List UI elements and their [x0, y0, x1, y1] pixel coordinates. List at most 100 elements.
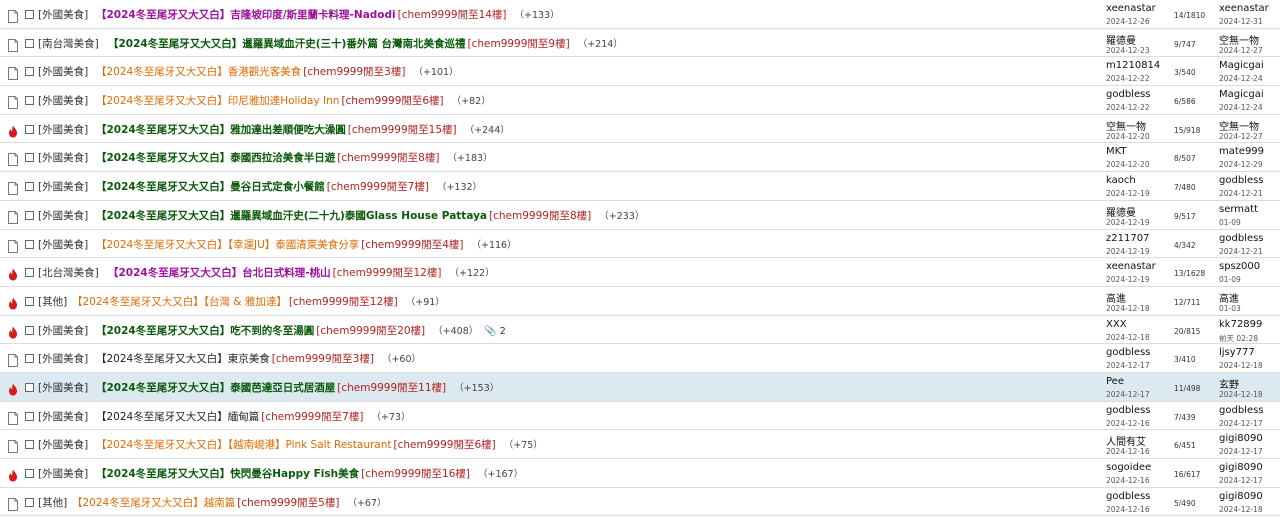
select-checkbox[interactable]: [25, 354, 34, 364]
table-row[interactable]: [外國美食] 【2024冬至尾牙又大又白】快閃曼谷Happy Fish美食 [che…: [0, 459, 1280, 488]
select-checkbox[interactable]: [25, 411, 34, 421]
thread-category[interactable]: [外國美食]: [38, 323, 88, 338]
last-reply-date[interactable]: 2024-12-18: [1219, 390, 1263, 399]
last-reply-date[interactable]: 01-03: [1219, 304, 1241, 313]
thread-category[interactable]: [外國美食]: [38, 150, 88, 165]
last-reply-date[interactable]: 2024-12-17: [1219, 447, 1263, 456]
last-reply-date[interactable]: 01-09: [1219, 218, 1241, 227]
thread-category[interactable]: [其他]: [38, 495, 67, 510]
thread-page-link[interactable]: [chem9999閒至14樓]: [398, 9, 507, 21]
last-reply-user[interactable]: kk72899: [1219, 319, 1262, 330]
select-checkbox[interactable]: [25, 210, 34, 220]
last-reply-user[interactable]: Magicgai: [1219, 89, 1264, 100]
thread-page-link[interactable]: [chem9999閒至4樓]: [361, 239, 463, 251]
table-row[interactable]: [外國美食] 【2024冬至尾牙又大又白】吃不到的冬至湯圓 [chem9999閒至2…: [0, 315, 1280, 345]
author-name[interactable]: sogoidee: [1106, 462, 1151, 473]
thread-title-link[interactable]: 【2024冬至尾牙又大又白】【台灣 & 雅加達】: [72, 296, 287, 308]
last-reply-user[interactable]: 空無一物: [1219, 32, 1259, 47]
last-reply-user[interactable]: xeenastar: [1219, 3, 1269, 14]
author-name[interactable]: 空無一物: [1106, 118, 1146, 133]
thread-page-link[interactable]: [chem9999閒至8樓]: [337, 152, 439, 164]
table-row[interactable]: [北台灣美食] 【2024冬至尾牙又大又白】台北日式料理-桃山 [chem9999閒…: [0, 258, 1280, 287]
table-row[interactable]: [外國美食] 【2024冬至尾牙又大又白】泰國西拉洽美食半日遊 [chem9999閒…: [0, 143, 1280, 173]
table-row[interactable]: [外國美食] 【2024冬至尾牙又大又白】泰國芭達亞日式居酒屋 [chem9999閒…: [0, 372, 1280, 402]
thread-title-link[interactable]: 【2024冬至尾牙又大又白】吃不到的冬至湯圓: [96, 325, 314, 337]
last-reply-date[interactable]: 2024-12-21: [1219, 247, 1263, 256]
thread-title-link[interactable]: 【2024冬至尾牙又大又白】快閃曼谷Happy Fish美食: [96, 468, 359, 480]
author-name[interactable]: godbless: [1106, 347, 1151, 358]
thread-category[interactable]: [外國美食]: [38, 409, 88, 424]
thread-title-link[interactable]: 【2024冬至尾牙又大又白】緬甸篇: [96, 411, 259, 423]
select-checkbox[interactable]: [25, 38, 34, 48]
author-name[interactable]: godbless: [1106, 405, 1151, 416]
thread-category[interactable]: [外國美食]: [38, 208, 88, 223]
select-checkbox[interactable]: [25, 153, 34, 163]
author-name[interactable]: MKT: [1106, 146, 1127, 157]
select-checkbox[interactable]: [25, 239, 34, 249]
last-reply-date[interactable]: 2024-12-27: [1219, 132, 1263, 141]
thread-category[interactable]: [外國美食]: [38, 351, 88, 366]
thread-category[interactable]: [外國美食]: [38, 7, 88, 22]
thread-title-link[interactable]: 【2024冬至尾牙又大又白】泰國西拉洽美食半日遊: [96, 152, 335, 164]
author-name[interactable]: XXX: [1106, 319, 1127, 330]
last-reply-user[interactable]: ljsy777: [1219, 347, 1255, 358]
select-checkbox[interactable]: [25, 67, 34, 77]
thread-page-link[interactable]: [chem9999閒至5樓]: [237, 497, 339, 509]
thread-category[interactable]: [外國美食]: [38, 179, 88, 194]
thread-page-link[interactable]: [chem9999閒至8樓]: [489, 210, 591, 222]
last-reply-date[interactable]: 2024-12-17: [1219, 419, 1263, 428]
last-reply-date[interactable]: 01-09: [1219, 275, 1241, 284]
last-reply-date[interactable]: 2024-12-24: [1219, 103, 1263, 112]
last-reply-date[interactable]: 2024-12-24: [1219, 74, 1263, 83]
thread-title-link[interactable]: 【2024冬至尾牙又大又白】曼谷日式定食小餐館: [96, 181, 325, 193]
table-row[interactable]: [南台灣美食] 【2024冬至尾牙又大又白】暹羅異域血汗史(三十)番外篇 台灣南北…: [0, 28, 1280, 58]
thread-page-link[interactable]: [chem9999閒至6樓]: [341, 95, 443, 107]
thread-category[interactable]: [外國美食]: [38, 237, 88, 252]
author-name[interactable]: godbless: [1106, 491, 1151, 502]
last-reply-user[interactable]: Magicgai: [1219, 60, 1264, 71]
thread-page-link[interactable]: [chem9999閒至15樓]: [348, 124, 457, 136]
author-name[interactable]: Pee: [1106, 376, 1124, 387]
thread-page-link[interactable]: [chem9999閒至3樓]: [303, 66, 405, 78]
thread-title-link[interactable]: 【2024冬至尾牙又大又白】泰國芭達亞日式居酒屋: [96, 382, 335, 394]
thread-page-link[interactable]: [chem9999閒至11樓]: [337, 382, 446, 394]
thread-title-link[interactable]: 【2024冬至尾牙又大又白】暹羅異域血汗史(三十)番外篇 台灣南北美食巡禮: [108, 38, 465, 50]
thread-title-link[interactable]: 【2024冬至尾牙又大又白】印尼雅加達Holiday Inn: [96, 95, 339, 107]
last-reply-user[interactable]: 空無一物: [1219, 118, 1259, 133]
select-checkbox[interactable]: [25, 296, 34, 306]
last-reply-user[interactable]: gigi8090: [1219, 433, 1263, 444]
last-reply-date[interactable]: 2024-12-27: [1219, 46, 1263, 55]
last-reply-user[interactable]: mate999: [1219, 146, 1264, 157]
last-reply-user[interactable]: gigi8090: [1219, 491, 1263, 502]
last-reply-user[interactable]: godbless: [1219, 175, 1264, 186]
thread-page-link[interactable]: [chem9999閒至7樓]: [261, 411, 363, 423]
thread-title-link[interactable]: 【2024冬至尾牙又大又白】【幸運JU】泰國清萊美食分享: [96, 239, 359, 251]
last-reply-date[interactable]: 2024-12-18: [1219, 361, 1263, 370]
last-reply-user[interactable]: gigi8090: [1219, 462, 1263, 473]
thread-title-link[interactable]: 【2024冬至尾牙又大又白】越南篇: [72, 497, 235, 509]
table-row[interactable]: [其他] 【2024冬至尾牙又大又白】【台灣 & 雅加達】 [chem9999閒至1…: [0, 286, 1280, 316]
thread-page-link[interactable]: [chem9999閒至12樓]: [333, 267, 442, 279]
author-name[interactable]: 高進: [1106, 290, 1126, 305]
thread-category[interactable]: [外國美食]: [38, 466, 88, 481]
table-row[interactable]: [外國美食] 【2024冬至尾牙又大又白】雅加達出差順便吃大澡圓 [chem9999…: [0, 114, 1280, 144]
last-reply-date[interactable]: 2024-12-17: [1219, 476, 1263, 485]
author-name[interactable]: 羅德曼: [1106, 204, 1136, 219]
select-checkbox[interactable]: [25, 440, 34, 450]
select-checkbox[interactable]: [25, 382, 34, 392]
author-name[interactable]: m1210814: [1106, 60, 1160, 71]
thread-category[interactable]: [外國美食]: [38, 437, 88, 452]
thread-title-link[interactable]: 【2024冬至尾牙又大又白】暹羅異域血汗史(二十九)泰國Glass House …: [96, 210, 487, 222]
last-reply-date[interactable]: 2024-12-18: [1219, 505, 1263, 514]
thread-category[interactable]: [外國美食]: [38, 64, 88, 79]
thread-title-link[interactable]: 【2024冬至尾牙又大又白】台北日式料理-桃山: [108, 267, 331, 279]
author-name[interactable]: 人間有艾: [1106, 433, 1146, 448]
last-reply-date[interactable]: 2024-12-29: [1219, 160, 1263, 169]
thread-title-link[interactable]: 【2024冬至尾牙又大又白】吉隆坡印度/斯里蘭卡料理-Nadodi: [96, 9, 396, 21]
thread-category[interactable]: [外國美食]: [38, 93, 88, 108]
select-checkbox[interactable]: [25, 10, 34, 19]
author-name[interactable]: xeenastar: [1106, 3, 1156, 14]
table-row[interactable]: [外國美食] 【2024冬至尾牙又大又白】緬甸篇 [chem9999閒至7樓] （+7…: [0, 401, 1280, 431]
thread-title-link[interactable]: 【2024冬至尾牙又大又白】【越南峴港】Pink Salt Restaurant: [96, 439, 392, 451]
last-reply-date[interactable]: 2024-12-31: [1219, 17, 1263, 26]
